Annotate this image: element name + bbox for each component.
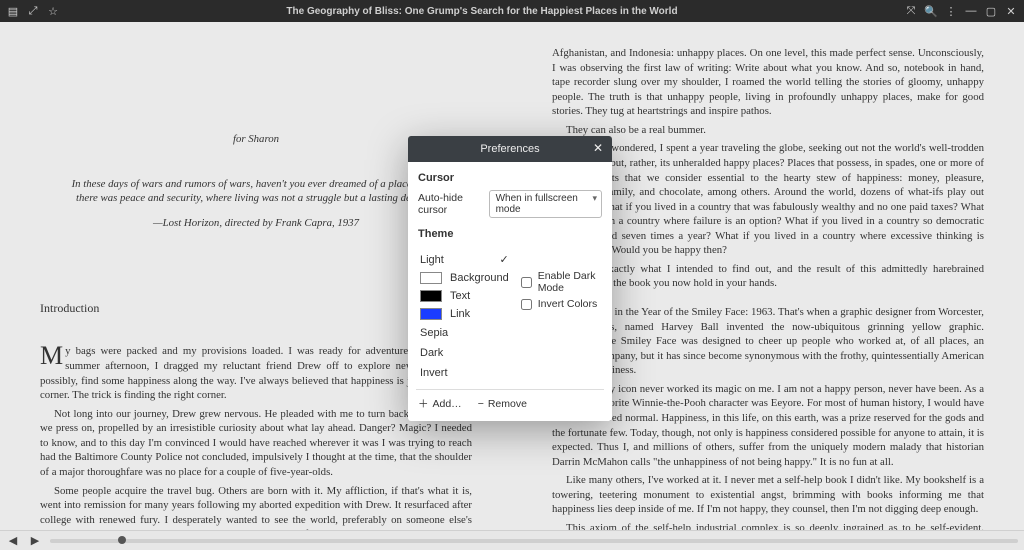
divider <box>416 389 604 390</box>
theme-invert-label: Invert <box>420 367 448 379</box>
zoom-icon[interactable]: ⤧ <box>904 4 918 18</box>
search-icon[interactable]: 🔍 <box>924 4 938 18</box>
invert-colors-option[interactable]: Invert Colors <box>521 298 602 310</box>
enable-dark-mode-label: Enable Dark Mode <box>538 270 602 294</box>
right-p8: This axiom of the self-help industrial c… <box>552 521 984 530</box>
right-p2: They can also be a real bummer. <box>552 123 984 138</box>
minimize-icon[interactable]: — <box>964 4 978 18</box>
enable-dark-mode-option[interactable]: Enable Dark Mode <box>521 270 602 294</box>
right-p7: Like many others, I've worked at it. I n… <box>552 473 984 517</box>
progress-slider[interactable] <box>50 539 1018 543</box>
right-p5: I was born in the Year of the Smiley Fac… <box>552 305 984 378</box>
right-p4: That is exactly what I intended to find … <box>552 262 984 291</box>
theme-background-label: Background <box>450 272 509 284</box>
right-p1: Afghanistan, and Indonesia: unhappy plac… <box>552 46 984 119</box>
theme-link[interactable]: Link <box>418 305 511 323</box>
theme-link-label: Link <box>450 308 470 320</box>
enable-dark-mode-checkbox[interactable] <box>521 277 532 288</box>
left-p3: Some people acquire the travel bug. Othe… <box>40 484 472 531</box>
theme-dark[interactable]: Dark <box>418 343 602 363</box>
check-icon: ✓ <box>500 253 509 266</box>
maximize-icon[interactable]: ▢ <box>984 4 998 18</box>
next-page-button[interactable]: ▶ <box>28 534 42 548</box>
cursor-section-label: Cursor <box>418 172 602 184</box>
minus-icon: − <box>478 398 484 410</box>
remove-theme-label: Remove <box>488 398 527 410</box>
prev-page-button[interactable]: ◀ <box>6 534 20 548</box>
autohide-cursor-select[interactable]: When in fullscreen mode <box>489 190 602 218</box>
right-p3: What if, I wondered, I spent a year trav… <box>552 141 984 258</box>
plus-icon: ＋ <box>418 396 429 411</box>
preferences-dialog: Preferences ✕ Cursor Auto-hide cursor Wh… <box>408 136 612 421</box>
autohide-cursor-value: When in fullscreen mode <box>496 193 578 215</box>
theme-section-label: Theme <box>418 228 602 240</box>
remove-theme-button[interactable]: − Remove <box>478 396 527 411</box>
dialog-title: Preferences <box>480 143 539 155</box>
theme-invert[interactable]: Invert <box>418 363 602 383</box>
add-theme-label: Add… <box>433 398 462 410</box>
invert-colors-label: Invert Colors <box>538 298 598 310</box>
progress-knob[interactable] <box>118 536 126 544</box>
theme-light-label: Light <box>420 254 444 266</box>
swatch-text <box>420 290 442 302</box>
theme-sepia[interactable]: Sepia <box>418 323 602 343</box>
right-p6: That happy icon never worked its magic o… <box>552 382 984 469</box>
autohide-cursor-label: Auto-hide cursor <box>418 192 481 216</box>
close-icon[interactable]: ✕ <box>590 140 606 156</box>
window-title: The Geography of Bliss: One Grump's Sear… <box>60 6 904 17</box>
invert-colors-checkbox[interactable] <box>521 299 532 310</box>
sidebar-toggle-icon[interactable]: ▤ <box>6 4 20 18</box>
open-icon[interactable]: ⤢ <box>26 4 40 18</box>
swatch-link <box>420 308 442 320</box>
titlebar: ▤ ⤢ ☆ The Geography of Bliss: One Grump'… <box>0 0 1024 22</box>
bottom-bar: ◀ ▶ <box>0 530 1024 550</box>
swatch-background <box>420 272 442 284</box>
dialog-header[interactable]: Preferences ✕ <box>408 136 612 162</box>
theme-text[interactable]: Text <box>418 287 511 305</box>
epigraph: In these days of wars and rumors of wars… <box>70 177 442 206</box>
theme-text-label: Text <box>450 290 470 302</box>
star-icon[interactable]: ☆ <box>46 4 60 18</box>
theme-background[interactable]: Background <box>418 269 511 287</box>
add-theme-button[interactable]: ＋ Add… <box>418 396 462 411</box>
theme-dark-label: Dark <box>420 347 443 359</box>
close-window-icon[interactable]: ✕ <box>1004 4 1018 18</box>
menu-icon[interactable]: ⋮ <box>944 4 958 18</box>
theme-light[interactable]: Light ✓ <box>418 250 511 269</box>
theme-sepia-label: Sepia <box>420 327 448 339</box>
